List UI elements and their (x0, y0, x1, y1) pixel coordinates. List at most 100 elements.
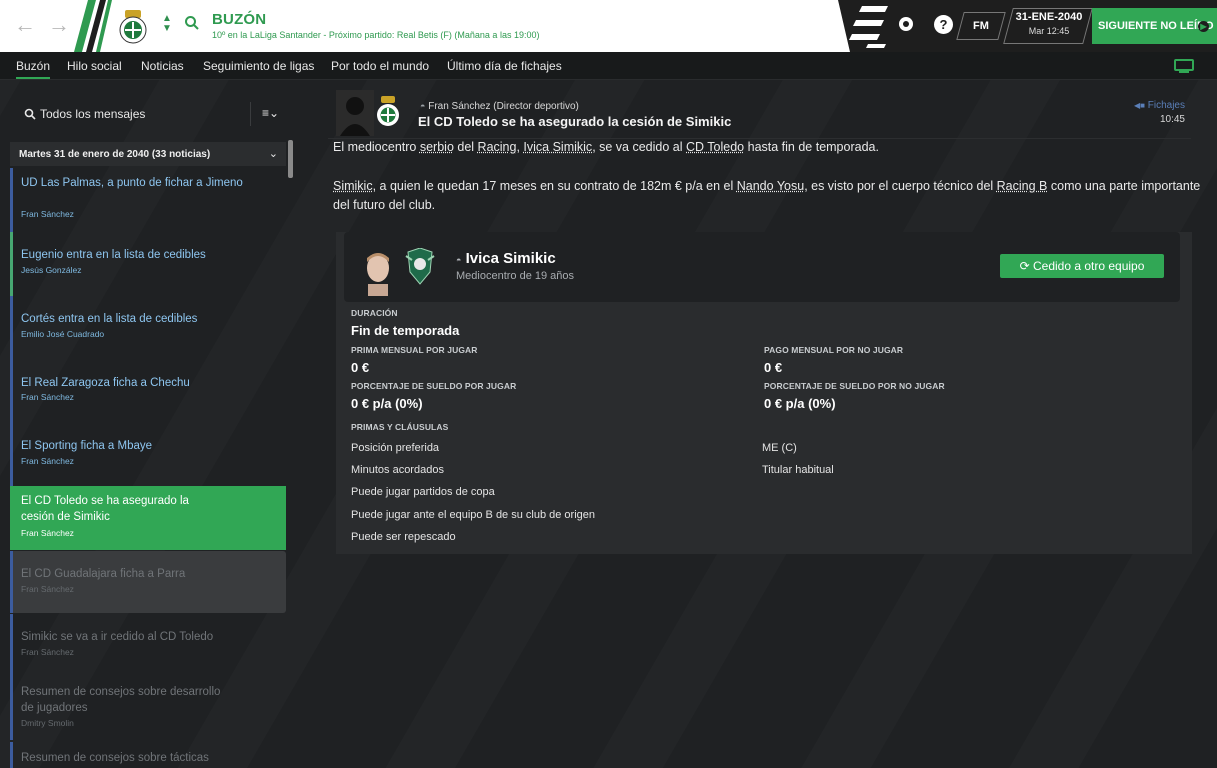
tab-social-feed[interactable]: Hilo social (67, 59, 122, 73)
help-icon[interactable]: ? (934, 15, 953, 34)
player-name[interactable]: ◓ Ivica Simikic (456, 250, 556, 267)
pay-noplay-label: PAGO MENSUAL POR NO JUGAR (764, 345, 904, 355)
list-item[interactable]: El Real Zaragoza ficha a Chechu Fran Sán… (10, 360, 286, 424)
group-title: Martes 31 de enero de 2040 (33 noticias) (19, 149, 211, 160)
chevron-down-icon: ⌄ (268, 148, 278, 160)
bonus-play-label: PRIMA MENSUAL POR JUGAR (351, 345, 478, 355)
tab-inbox[interactable]: Buzón (16, 59, 51, 79)
message-title: Eugenio entra en la lista de cedibles (21, 249, 206, 261)
pay-noplay-value: 0 € (764, 360, 783, 375)
message-time: 10:45 (1159, 114, 1185, 125)
pct-play-value: 0 € p/a (0%) (351, 396, 423, 411)
list-item[interactable]: Resumen de consejos sobre tácticas (10, 742, 286, 768)
message-title: Resumen de consejos sobre tácticas (21, 752, 209, 764)
message-sender: Fran Sánchez (21, 647, 74, 657)
message-sender: Fran Sánchez (21, 456, 74, 466)
message-sender: Fran Sánchez (21, 584, 74, 594)
list-item[interactable]: UD Las Palmas, a punto de fichar a Jimen… (10, 168, 286, 232)
filter-menu-icon[interactable]: ≡⌄ (262, 106, 279, 120)
pct-play-label: PORCENTAJE DE SUELDO POR JUGAR (351, 381, 517, 391)
team-crest-icon[interactable] (404, 248, 436, 286)
list-item[interactable]: Eugenio entra en la lista de cedibles Je… (10, 232, 286, 296)
club-info-icon[interactable] (898, 16, 914, 32)
slash-decoration (838, 0, 898, 52)
forward-arrow-icon[interactable]: → (48, 14, 70, 36)
scrollbar[interactable] (288, 140, 293, 178)
club-crest-icon[interactable] (376, 96, 400, 128)
clause-label: Minutos acordados (351, 464, 444, 476)
monitor-icon[interactable] (1174, 59, 1194, 74)
current-time: Mar 12:45 (1028, 26, 1070, 36)
link-nationality[interactable]: serbio (420, 140, 454, 154)
top-bar: ← → ▲ ▼ BUZÓN 10º en la LaLiga Santander … (0, 0, 1217, 52)
transfer-status-button[interactable]: ⟳ Cedido a otro equipo (1000, 254, 1164, 278)
filter-label: Todos los mensajes (40, 107, 146, 121)
search-icon[interactable] (184, 15, 200, 31)
link-club[interactable]: Racing (478, 140, 517, 154)
link-club[interactable]: CD Toledo (686, 140, 744, 154)
refresh-icon: ⟳ (1019, 259, 1030, 273)
link-club[interactable]: Racing B (997, 179, 1048, 193)
link-stadium[interactable]: Nando Yosu (737, 179, 804, 193)
back-arrow-icon[interactable]: ← (14, 14, 36, 36)
stripe-decoration (74, 0, 112, 52)
user-icon: ◓ (420, 101, 426, 111)
continue-button[interactable]: SIGUIENTE NO LEÍDO ▶ (1092, 8, 1217, 44)
player-description: Mediocentro de 19 años (456, 270, 575, 282)
message-title: Resumen de consejos sobre desarrollo de … (21, 686, 221, 714)
category-tag[interactable]: ◀■ Fichajes (1134, 100, 1185, 111)
message-view: ◓ Fran Sánchez (Director deportivo) El C… (306, 80, 1217, 768)
message-subject: El CD Toledo se ha asegurado la cesión d… (418, 114, 732, 129)
page-subtitle[interactable]: 10º en la LaLiga Santander - Próximo par… (212, 30, 539, 40)
tab-around-world[interactable]: Por todo el mundo (331, 59, 429, 73)
duration-label: DURACIÓN (351, 308, 398, 318)
continue-label: SIGUIENTE NO LEÍDO (1098, 20, 1214, 32)
list-item[interactable]: El Sporting ficha a Mbaye Fran Sánchez (10, 424, 286, 486)
message-title: Cortés entra en la lista de cedibles (21, 313, 198, 325)
message-sender: Dmitry Smolin (21, 718, 74, 728)
message-sender: Emilio José Cuadrado (21, 329, 105, 339)
clause-label: Puede jugar ante el equipo B de su club … (351, 509, 596, 521)
user-icon: ◓ (456, 255, 462, 265)
message-title: El CD Guadalajara ficha a Parra (21, 568, 186, 580)
list-item-selected[interactable]: El CD Toledo se ha asegurado la cesión d… (10, 486, 286, 550)
pct-noplay-label: PORCENTAJE DE SUELDO POR NO JUGAR (764, 381, 945, 391)
sender-line[interactable]: ◓ Fran Sánchez (Director deportivo) (420, 101, 579, 112)
message-sender: Jesús González (21, 265, 82, 275)
message-title: El Real Zaragoza ficha a Chechu (21, 377, 190, 389)
tab-news[interactable]: Noticias (141, 59, 184, 73)
pct-noplay-value: 0 € p/a (0%) (764, 396, 836, 411)
tab-bar: Buzón Hilo social Noticias Seguimiento d… (0, 52, 1217, 80)
sender-photo[interactable] (336, 90, 374, 136)
clause-value: Titular habitual (762, 464, 834, 476)
current-date: 31-ENE-2040 (1015, 11, 1083, 23)
list-item[interactable]: El CD Guadalajara ficha a Parra Fran Sán… (10, 551, 286, 613)
chevron-right-icon: ▶ (1198, 21, 1209, 32)
player-photo[interactable] (362, 248, 394, 296)
message-title: El CD Toledo se ha asegurado la cesión d… (21, 495, 189, 523)
page-title: BUZÓN (212, 11, 267, 28)
date-group-header[interactable]: Martes 31 de enero de 2040 (33 noticias)… (10, 142, 286, 166)
message-sender: Fran Sánchez (21, 209, 74, 219)
clause-label: Posición preferida (351, 442, 440, 454)
message-filter[interactable]: Todos los mensajes ≡⌄ (10, 100, 290, 128)
list-item[interactable]: Resumen de consejos sobre desarrollo de … (10, 676, 286, 740)
message-title: Simikic se va a ir cedido al CD Toledo (21, 631, 214, 643)
club-switcher-icon[interactable]: ▲ ▼ (162, 14, 172, 34)
club-crest-icon[interactable] (118, 10, 148, 44)
clause-label: Puede ser repescado (351, 531, 456, 543)
clause-label: Puede jugar partidos de copa (351, 486, 495, 498)
tag-label: Fichajes (1147, 100, 1185, 111)
duration-value: Fin de temporada (351, 323, 460, 338)
link-player[interactable]: Simikic (333, 179, 373, 193)
divider (250, 102, 251, 126)
player-header: ◓ Ivica Simikic Mediocentro de 19 años ⟳… (344, 232, 1180, 302)
list-item[interactable]: Cortés entra en la lista de cedibles Emi… (10, 296, 286, 360)
tab-deadline-day[interactable]: Último día de fichajes (447, 59, 562, 73)
list-item[interactable]: Simikic se va a ir cedido al CD Toledo F… (10, 614, 286, 676)
tag-icon: ◀■ (1133, 101, 1145, 110)
link-player[interactable]: Ivica Simikic (523, 140, 592, 154)
fm-logo[interactable]: FM (956, 12, 1006, 40)
tab-league-tracking[interactable]: Seguimiento de ligas (203, 59, 314, 73)
sender-name: Fran Sánchez (Director deportivo) (428, 101, 579, 112)
